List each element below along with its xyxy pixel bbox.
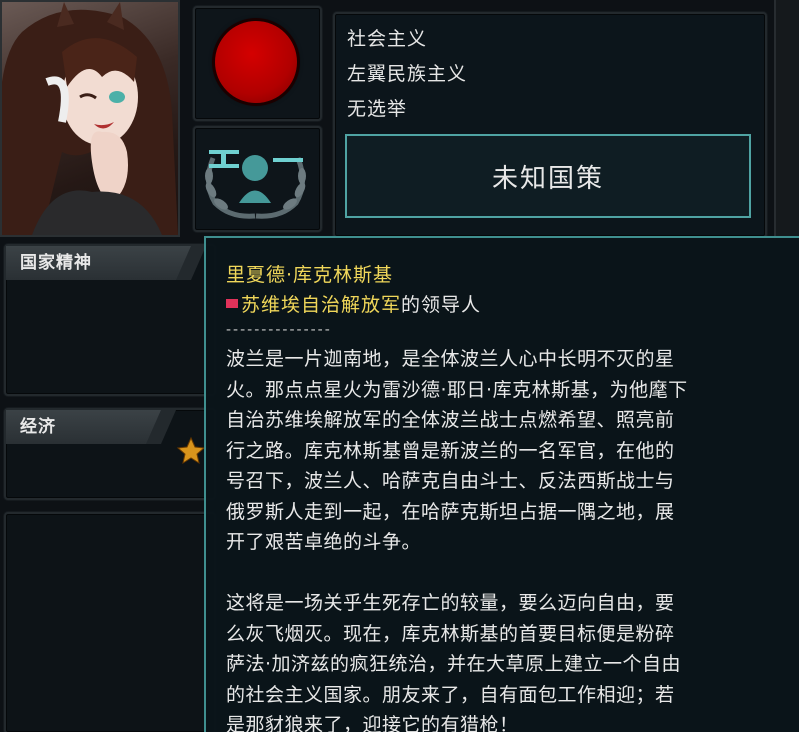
ideology-color-icon xyxy=(215,21,297,103)
ideology-indicator[interactable] xyxy=(193,6,322,121)
election-status: 无选举 xyxy=(347,98,408,120)
tooltip-faction-name: 苏维埃自治解放军 xyxy=(241,294,402,316)
star-icon[interactable] xyxy=(176,436,206,466)
ruling-ideology: 社会主义 xyxy=(347,28,428,50)
tooltip-description: 波兰是一片迦南地，是全体波兰人心中长明不灭的星 火。那点点星火为雷沙德·耶日·库… xyxy=(226,348,688,732)
national-spirit-header: 国家精神 xyxy=(6,246,200,280)
portrait-illustration xyxy=(2,2,178,235)
government-info-panel: 社会主义 左翼民族主义 无选举 未知国策 xyxy=(333,12,767,238)
lower-left-panel xyxy=(4,512,216,732)
faction-bullet-icon xyxy=(226,299,238,308)
leader-tooltip: 里夏德·库克林斯基 苏维埃自治解放军的领导人 --------------- 波… xyxy=(204,236,799,732)
tooltip-leader-name: 里夏德·库克林斯基 xyxy=(226,264,394,286)
national-spirit-panel: 国家精神 xyxy=(4,244,216,396)
tooltip-role-suffix: 的领导人 xyxy=(401,294,482,316)
tooltip-leader-role: 苏维埃自治解放军的领导人 xyxy=(226,290,481,317)
economy-header: 经济 xyxy=(6,410,170,444)
national-focus-button[interactable]: 未知国策 xyxy=(345,134,751,218)
wreath-emblem-icon xyxy=(205,150,306,219)
party-emblem[interactable] xyxy=(193,126,322,232)
leader-portrait[interactable] xyxy=(0,0,180,237)
right-edge-panel xyxy=(774,0,799,240)
economy-panel: 经济 xyxy=(4,408,216,500)
country-view: 社会主义 左翼民族主义 无选举 未知国策 国家精神 经济 里夏德·库克林斯基 苏… xyxy=(0,0,799,732)
sub-ideology: 左翼民族主义 xyxy=(347,63,468,85)
tooltip-divider: --------------- xyxy=(226,322,332,338)
